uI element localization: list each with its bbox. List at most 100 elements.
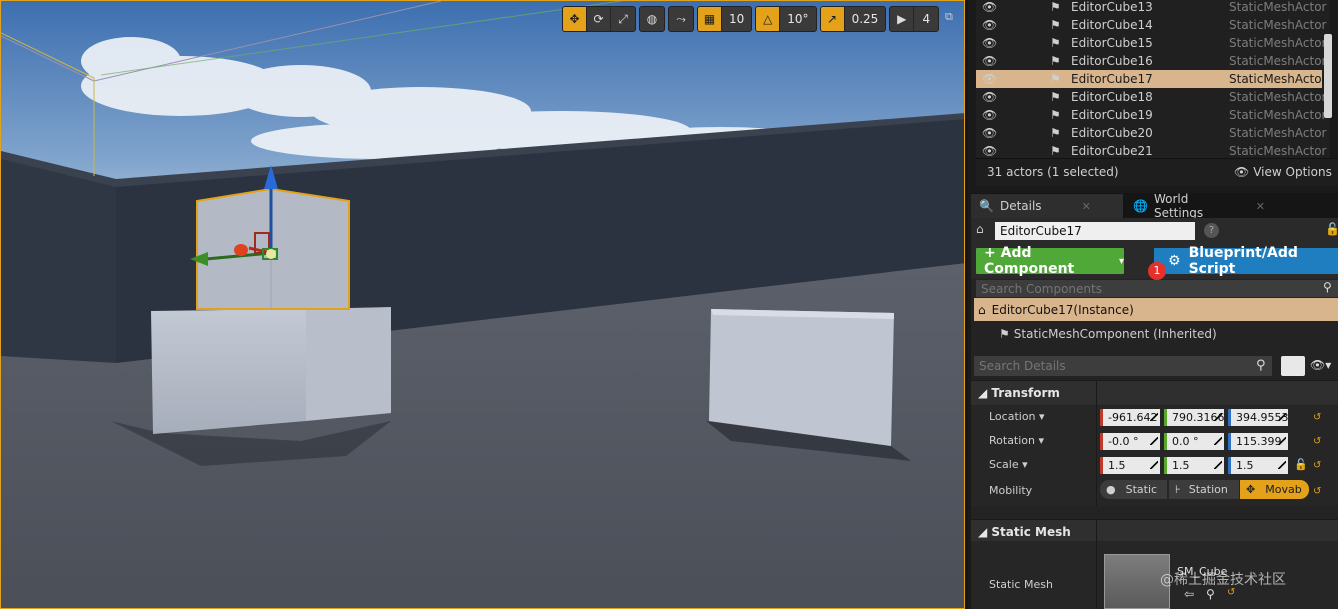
search-icon[interactable]: ⚲ <box>1256 358 1266 373</box>
visibility-eye-icon[interactable]: 👁 <box>982 126 997 140</box>
scale-snap-icon[interactable]: ↗ <box>820 7 845 31</box>
reset-icon[interactable]: ↺ <box>1313 460 1321 471</box>
coordinate-space-group: ◍ <box>639 6 665 32</box>
mobility-stationary-option[interactable]: ⊦ Station <box>1169 480 1239 499</box>
world-space-icon[interactable]: ◍ <box>640 7 664 31</box>
globe-icon: 🌐 <box>1133 199 1148 213</box>
static-mesh-label: Static Mesh <box>989 578 1053 591</box>
grid-snap-group: ▦ 10 <box>697 6 753 32</box>
grid-snap-icon[interactable]: ▦ <box>698 7 722 31</box>
static-mesh-row: Static Mesh SM_Cube ⇦ ⚲ ↺ @稀土掘金技术社区 <box>971 541 1338 609</box>
camera-speed-value[interactable]: 4 <box>914 7 938 31</box>
location-y-field[interactable]: 790.3166 <box>1164 409 1224 426</box>
cube-left-lower[interactable] <box>151 307 391 434</box>
mobility-movable-option[interactable]: ✥ Movab <box>1240 480 1309 499</box>
tab-details[interactable]: 🔍 Details ✕ <box>971 194 1123 218</box>
eye-icon[interactable]: 👁▾ <box>1310 358 1331 372</box>
maximize-viewport-icon[interactable]: ⧉ <box>945 10 959 24</box>
level-viewport[interactable]: ✥ ⟳ ⤢ ◍ ⤳ ▦ 10 △ 10° ↗ 0.25 ▶ 4 ⧉ <box>0 0 965 609</box>
scale-x-field[interactable]: 1.5 <box>1100 457 1160 474</box>
outliner-actor-name: EditorCube18 <box>1071 90 1153 104</box>
outliner-actor-type: StaticMeshActor <box>1229 108 1327 122</box>
scale-z-field[interactable]: 1.5 <box>1228 457 1288 474</box>
rotation-row: Rotation ▾ -0.0 ° 0.0 ° 115.399 ↺ <box>971 430 1338 454</box>
outliner-scrollbar[interactable] <box>1324 34 1332 118</box>
grid-snap-value[interactable]: 10 <box>722 7 751 31</box>
component-instance-label: EditorCube17(Instance) <box>991 302 1134 317</box>
tab-world-settings-label: World Settings <box>1153 192 1204 220</box>
reset-icon[interactable]: ↺ <box>1313 486 1321 497</box>
location-x-field[interactable]: -961.642 <box>1100 409 1160 426</box>
outliner-row[interactable]: 👁 ⚑ EditorCube17 StaticMeshActor <box>976 70 1326 88</box>
tab-world-settings[interactable]: 🌐 World Settings ✕ <box>1125 192 1275 220</box>
visibility-eye-icon[interactable]: 👁 <box>982 54 997 68</box>
camera-speed-icon[interactable]: ▶ <box>890 7 915 31</box>
outliner-actor-name: EditorCube21 <box>1071 144 1153 158</box>
visibility-eye-icon[interactable]: 👁 <box>982 108 997 122</box>
mobility-static-option[interactable]: ● Static <box>1100 480 1167 499</box>
visibility-eye-icon[interactable]: 👁 <box>982 72 997 86</box>
use-selected-arrow-icon[interactable]: ⇦ <box>1184 587 1194 601</box>
visibility-eye-icon[interactable]: 👁 <box>982 0 997 14</box>
rotation-snap-value[interactable]: 10° <box>780 7 815 31</box>
rotation-snap-icon[interactable]: △ <box>756 7 781 31</box>
add-component-label: + Add Component <box>984 245 1075 277</box>
outliner-actor-name: EditorCube13 <box>1071 0 1153 14</box>
browse-search-icon[interactable]: ⚲ <box>1206 587 1215 601</box>
outliner-row[interactable]: 👁 ⚑ EditorCube14 StaticMeshActor <box>976 16 1326 34</box>
outliner-row[interactable]: 👁 ⚑ EditorCube20 StaticMeshActor <box>976 124 1326 142</box>
scale-mode-icon[interactable]: ⤢ <box>611 7 635 31</box>
location-z-field[interactable]: 394.9553 <box>1228 409 1288 426</box>
actor-name-field[interactable] <box>995 222 1195 240</box>
rotation-x-field[interactable]: -0.0 ° <box>1100 433 1160 450</box>
outliner-actor-type: StaticMeshActor <box>1229 0 1327 14</box>
location-row: Location ▾ -961.642 790.3166 394.9553 ↺ <box>971 406 1338 430</box>
watermark-text: @稀土掘金技术社区 <box>1160 572 1286 588</box>
scale-y-field[interactable]: 1.5 <box>1164 457 1224 474</box>
add-component-button[interactable]: + Add Component ▾ <box>976 245 1124 277</box>
static-mesh-actor-icon: ⚑ <box>1050 0 1061 14</box>
transform-category[interactable]: ◢ Transform <box>971 380 1338 406</box>
visibility-eye-icon[interactable]: 👁 <box>982 18 997 32</box>
component-buttons-row: + Add Component ▾ ⚙ Blueprint/Add Script… <box>971 243 1338 280</box>
left-wall <box>1 156 116 363</box>
visibility-eye-icon[interactable]: 👁 <box>982 144 997 158</box>
rotation-label[interactable]: Rotation ▾ <box>989 434 1044 447</box>
scale-snap-value[interactable]: 0.25 <box>845 7 886 31</box>
help-icon[interactable]: ? <box>1204 223 1219 238</box>
outliner-row[interactable]: 👁 ⚑ EditorCube13 StaticMeshActor <box>976 0 1326 16</box>
surface-snap-icon[interactable]: ⤳ <box>669 7 693 31</box>
rotation-z-field[interactable]: 115.399 <box>1228 433 1288 450</box>
scale-snap-group: ↗ 0.25 <box>819 6 887 32</box>
outliner-row[interactable]: 👁 ⚑ EditorCube19 StaticMeshActor <box>976 106 1326 124</box>
visibility-eye-icon[interactable]: 👁 <box>982 36 997 50</box>
outliner-row[interactable]: 👁 ⚑ EditorCube18 StaticMeshActor <box>976 88 1326 106</box>
outliner-actor-name: EditorCube19 <box>1071 108 1153 122</box>
blueprint-button-label: Blueprint/Add Script <box>1188 245 1298 277</box>
rotation-y-field[interactable]: 0.0 ° <box>1164 433 1224 450</box>
reset-icon[interactable]: ↺ <box>1313 412 1321 423</box>
outliner-row[interactable]: 👁 ⚑ EditorCube15 StaticMeshActor <box>976 34 1326 52</box>
outliner-actor-type: StaticMeshActor <box>1229 90 1327 104</box>
search-icon[interactable]: ⚲ <box>1323 280 1332 294</box>
translate-mode-icon[interactable]: ✥ <box>563 7 587 31</box>
scale-label[interactable]: Scale ▾ <box>989 458 1028 471</box>
location-label[interactable]: Location ▾ <box>989 410 1045 423</box>
search-components-input[interactable] <box>976 280 1338 297</box>
view-options-button[interactable]: 👁 View Options <box>1234 165 1332 179</box>
property-matrix-icon[interactable] <box>1281 356 1305 376</box>
blueprint-add-script-button[interactable]: ⚙ Blueprint/Add Script <box>1154 245 1338 277</box>
rotate-mode-icon[interactable]: ⟳ <box>587 7 611 31</box>
search-details-input[interactable] <box>974 356 1272 376</box>
viewport-scene[interactable] <box>1 1 965 609</box>
lock-icon[interactable]: 🔓 <box>1325 222 1338 236</box>
component-instance-row[interactable]: ⌂ EditorCube17(Instance) <box>974 298 1338 321</box>
outliner-row[interactable]: 👁 ⚑ EditorCube16 StaticMeshActor <box>976 52 1326 70</box>
lock-icon[interactable]: 🔓 <box>1294 458 1308 471</box>
visibility-eye-icon[interactable]: 👁 <box>982 90 997 104</box>
close-icon[interactable]: ✕ <box>1256 200 1265 213</box>
component-inherited-row[interactable]: ⚑ StaticMeshComponent (Inherited) <box>999 324 1217 344</box>
close-icon[interactable]: ✕ <box>1082 200 1091 213</box>
reset-icon[interactable]: ↺ <box>1313 436 1321 447</box>
component-inherited-label: StaticMeshComponent (Inherited) <box>1013 327 1217 341</box>
